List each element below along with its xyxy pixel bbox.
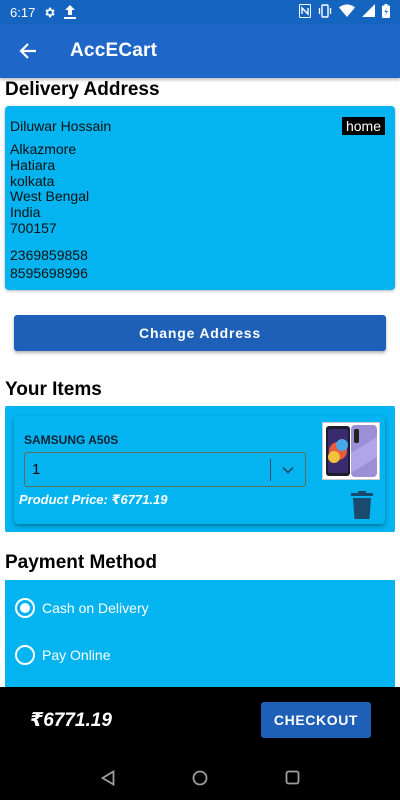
- address-line: kolkata: [10, 172, 55, 189]
- nav-back-button[interactable]: [96, 766, 120, 790]
- circle-home-icon: [192, 770, 208, 785]
- nav-home-button[interactable]: [188, 766, 212, 790]
- vibrate-icon: [318, 3, 332, 21]
- square-recents-icon: [285, 770, 299, 785]
- back-button[interactable]: [0, 24, 56, 78]
- checkout-button[interactable]: CHECKOUT: [261, 702, 371, 738]
- settings-icon: [43, 6, 56, 19]
- signal-icon: [362, 4, 375, 20]
- phone-number: 2369859858: [10, 247, 88, 263]
- payment-method-heading: Payment Method: [5, 552, 158, 573]
- nfc-icon: [299, 3, 311, 21]
- quantity-select[interactable]: 1: [24, 452, 306, 487]
- nav-recents-button[interactable]: [280, 766, 304, 790]
- radio-selected[interactable]: [15, 598, 35, 618]
- address-lines: Alkazmore Hatiara kolkata West Bengal In…: [10, 141, 90, 237]
- phone-number: 8595698996: [10, 265, 88, 281]
- delete-item-button[interactable]: [351, 491, 373, 519]
- delivery-address-heading: Delivery Address: [5, 79, 160, 100]
- checkout-bar: ₹6771.19 CHECKOUT: [0, 687, 400, 755]
- upload-icon: [64, 5, 77, 19]
- product-name: SAMSUNG A50S: [24, 433, 119, 447]
- chevron-down-icon: [271, 466, 305, 474]
- items-list: SAMSUNG A50S 1 Product Price: ₹6771.19: [5, 406, 395, 532]
- address-card: Diluwar Hossain home Alkazmore Hatiara k…: [5, 106, 395, 290]
- address-line: West Bengal: [10, 188, 90, 205]
- change-address-button[interactable]: Change Address: [14, 315, 386, 351]
- phone-numbers: 2369859858 8595698996: [10, 246, 88, 282]
- product-price: Product Price: ₹6771.19: [19, 492, 168, 507]
- address-tag-badge: home: [341, 117, 385, 135]
- your-items-heading: Your Items: [5, 379, 102, 400]
- payment-option-online[interactable]: Pay Online: [15, 645, 110, 665]
- system-nav-bar: [0, 755, 400, 800]
- payment-option-label: Pay Online: [42, 647, 111, 663]
- wifi-icon: [339, 4, 355, 20]
- triangle-back-icon: [101, 769, 115, 786]
- address-line: Alkazmore: [10, 141, 77, 157]
- back-arrow-icon: [19, 43, 36, 59]
- radio-unselected[interactable]: [15, 645, 35, 665]
- recipient-name: Diluwar Hossain: [10, 118, 112, 134]
- battery-icon: [382, 3, 390, 21]
- quantity-value: 1: [32, 461, 41, 478]
- app-bar: AccECart: [0, 24, 400, 78]
- cart-item-card: SAMSUNG A50S 1 Product Price: ₹6771.19: [14, 416, 385, 524]
- payment-options: Cash on Delivery Pay Online: [5, 580, 395, 690]
- product-image[interactable]: [322, 422, 380, 480]
- status-icons: [299, 3, 390, 21]
- payment-option-cod[interactable]: Cash on Delivery: [15, 598, 149, 618]
- address-line: India: [10, 204, 41, 221]
- app-title: AccECart: [70, 40, 158, 61]
- payment-option-label: Cash on Delivery: [42, 600, 149, 616]
- status-time: 6:17: [10, 4, 36, 20]
- address-line: 700157: [10, 219, 57, 236]
- address-line: Hatiara: [10, 156, 56, 173]
- status-bar: 6:17: [0, 0, 400, 24]
- trash-icon: [351, 491, 373, 519]
- order-total: ₹6771.19: [30, 710, 112, 731]
